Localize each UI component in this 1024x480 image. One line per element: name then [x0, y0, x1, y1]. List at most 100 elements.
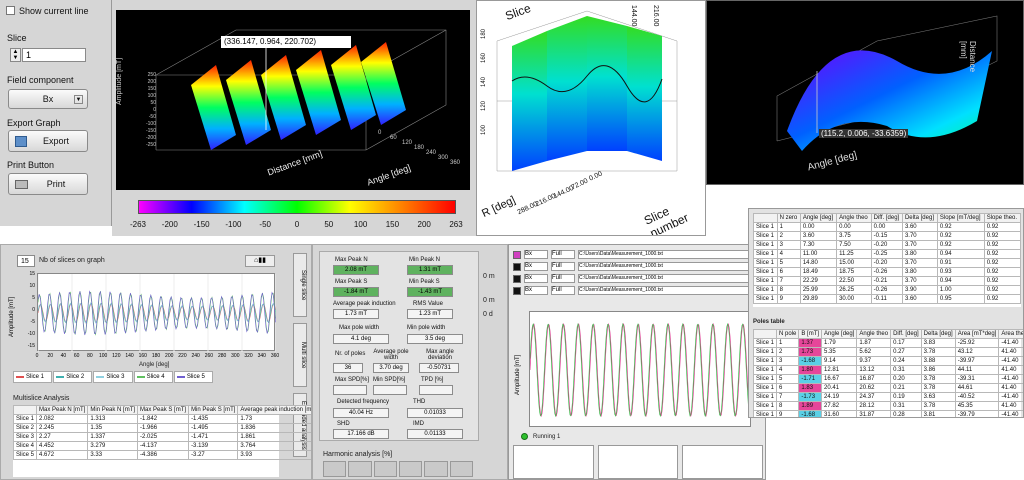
table-cell: 2.27 [36, 432, 89, 442]
min-peak-n-label: Min Peak N [409, 257, 441, 263]
table-cell: 5 [776, 374, 800, 384]
field-component-select[interactable]: Bx ▼ [8, 89, 88, 109]
table-cell: 0.24 [890, 356, 922, 366]
z-tick-label: 200 [147, 79, 156, 85]
table-cell: Slice 1 [753, 222, 778, 232]
dome-readout: (115.2, 0.006, -33.6359) [819, 129, 909, 138]
signal-graph[interactable] [529, 311, 752, 427]
table-cell: -1.966 [137, 423, 190, 433]
legend-label: Slice 5 [186, 374, 205, 380]
harmonic-bars [323, 461, 473, 477]
table-cell: 0.00 [870, 222, 903, 232]
table-cell: 7.50 [836, 240, 872, 250]
channel-select[interactable]: Bx [524, 274, 548, 283]
table-row: Slice 1 1 1.37 1.79 1.87 0.17 3.83 -25.92 -41.40 [752, 338, 1023, 348]
table-cell: 0.31 [890, 365, 922, 375]
table-cell: 0.92 [936, 222, 985, 232]
table-cell: 1 [776, 222, 801, 232]
channel-select[interactable]: Bx [524, 262, 548, 271]
table-row: Slice 1 1 0.00 0.00 0.00 3.60 0.92 0.92 [753, 222, 1022, 232]
table-cell: 3.80 [901, 267, 938, 277]
slice-stepper[interactable]: ▲ ▼ [10, 48, 21, 62]
table-cell: 0.31 [890, 401, 922, 411]
legend-swatch [56, 376, 65, 378]
table-cell: Slice 1 [753, 285, 778, 295]
det-freq-value: 40.04 Hz [333, 408, 389, 418]
table-cell: Slice 3 [12, 432, 38, 442]
table-cell: -0.15 [870, 231, 903, 241]
edge-label-1: 0 m [483, 273, 495, 280]
legend-item[interactable]: Slice 3 [93, 371, 133, 383]
channel-option[interactable]: Full [551, 274, 575, 283]
legend-item[interactable]: Slice 4 [133, 371, 173, 383]
x-tick-label: 0 [35, 353, 39, 359]
channel-option[interactable]: Full [551, 262, 575, 271]
table-cell: 0.92 [936, 240, 985, 250]
nslices-label: Nb of slices on graph [39, 257, 105, 264]
table-cell: 41.40 [998, 383, 1023, 393]
table-cell: 45.35 [954, 401, 1000, 411]
table-cell: -0.25 [870, 249, 903, 259]
table-cell: 1.79 [821, 338, 858, 348]
table-cell: -41.40 [998, 392, 1023, 402]
table-cell: 3.60 [799, 231, 838, 241]
surface-ridges [191, 42, 406, 150]
z-tick-label: 250 [147, 72, 156, 78]
table-cell: Slice 1 [752, 347, 778, 357]
multi-graph[interactable] [37, 273, 277, 352]
export-button[interactable]: Export [8, 130, 88, 152]
thd-value: 0.01033 [407, 408, 463, 418]
min-peak-s-value: -1.43 mT [407, 287, 453, 297]
legend-label: Slice 4 [146, 374, 165, 380]
table-cell: 2 [776, 347, 800, 357]
table-cell: 0.92 [936, 231, 985, 241]
side-tab[interactable]: Multi slice [293, 323, 307, 387]
channel-option[interactable]: Full [551, 250, 575, 259]
table-cell: 2.245 [36, 423, 89, 433]
z-tick-label: -150 [145, 128, 156, 134]
channel-path[interactable]: C:\Users\Data\Measurement_1000.txt [578, 286, 763, 295]
z-tick-label: 50 [150, 100, 156, 106]
legend-item[interactable]: Slice 5 [173, 371, 214, 383]
colorbar-tick-label: -150 [193, 220, 210, 229]
x-tick-label: 220 [178, 353, 187, 359]
channel-path[interactable]: C:\Users\Data\Measurement_1000.txt [578, 274, 763, 283]
table-cell: 41.40 [998, 365, 1023, 375]
table-cell: 1.00 [936, 285, 985, 295]
max-spd-label: Max SPD[%] [335, 377, 370, 383]
legend-item[interactable]: Slice 1 [13, 371, 53, 383]
channel-option[interactable]: Full [551, 286, 575, 295]
channel-select[interactable]: Bx [524, 250, 548, 259]
table-row: Slice 1 2 1.73 5.35 5.62 0.27 3.78 43.12 41.40 [752, 347, 1023, 357]
det-freq-label: Detected frequency [337, 399, 390, 405]
print-button[interactable]: Print [8, 173, 88, 195]
channel-path[interactable]: C:\Users\Data\Measurement_1000.txt [578, 262, 763, 271]
table-cell: 31.87 [856, 410, 892, 417]
legend-swatch [176, 376, 185, 378]
show-current-line-checkbox[interactable] [6, 6, 15, 15]
table-row: Slice 1 9 29.89 30.00 -0.11 3.60 0.95 0.92 [753, 294, 1022, 304]
avg-pole-value: 3.70 deg [373, 363, 409, 373]
table-cell: -1.73 [798, 392, 823, 402]
graph-tools-icon[interactable]: ⌂▮▮ [245, 255, 275, 267]
rms-value: 1.23 mT [407, 309, 453, 319]
table-cell: 3.75 [836, 231, 872, 241]
table-cell: 15.00 [836, 258, 872, 268]
table-cell: 18.75 [836, 267, 872, 277]
slice-input[interactable]: 1 [22, 48, 86, 62]
dome-plot-panel[interactable]: (115.2, 0.006, -33.6359) Angle [deg] Dis… [706, 0, 1024, 185]
table-cell: -1.68 [798, 356, 823, 366]
table-cell: 4 [776, 365, 800, 375]
table-cell: 0.27 [890, 347, 922, 357]
legend-item[interactable]: Slice 2 [53, 371, 93, 383]
dome-y-axis-label: Distance [mm] [959, 41, 977, 73]
side-tab[interactable]: Single slice [293, 253, 307, 317]
channel-path[interactable]: C:\Users\Data\Measurement_1000.txt [578, 250, 763, 259]
nslices-input[interactable]: 15 [17, 255, 35, 267]
surface-plot-area[interactable]: (336.147, 0.964, 220.702) Amplitude [mT]… [116, 10, 470, 190]
channel-select[interactable]: Bx [524, 286, 548, 295]
table-cell: -3.139 [188, 441, 239, 451]
slices-plot-panel[interactable]: Slice Slice number R [deg] 288.00 216.00 1… [476, 0, 706, 236]
table-cell: 3.70 [901, 240, 938, 250]
colorbar-tick-label: 200 [417, 220, 431, 229]
